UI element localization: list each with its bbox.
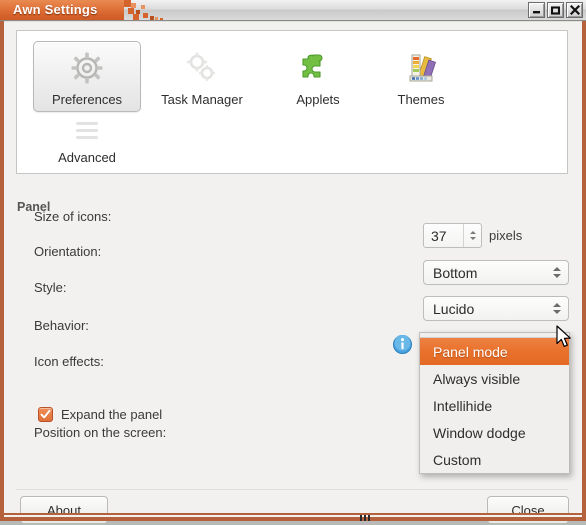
toolbar-item-label: Themes (397, 92, 445, 107)
window-client-area: Preferences Task Manager Applets Themes … (4, 21, 582, 524)
menu-item-always-visible[interactable]: Always visible (420, 365, 569, 392)
orientation-combobox[interactable]: Bottom (423, 260, 569, 285)
chevron-up-icon (553, 303, 561, 307)
expand-the-panel-row[interactable]: Expand the panel (38, 407, 162, 422)
title-bar[interactable]: Awn Settings (0, 0, 586, 21)
title-pixel-decor (155, 17, 158, 20)
menu-item-label: Window dodge (433, 424, 526, 441)
combobox-arrows[interactable] (546, 303, 568, 314)
gears-icon (184, 47, 220, 89)
menu-item-label: Always visible (433, 370, 521, 387)
title-pixel-decor (143, 13, 148, 18)
list-icon (72, 115, 102, 147)
minimize-button[interactable] (528, 2, 545, 18)
menu-item-intellihide[interactable]: Intellihide (420, 392, 569, 419)
spinner-up-icon[interactable] (469, 231, 476, 234)
title-pixel-decor (124, 0, 131, 7)
toolbar-item-themes[interactable]: Themes (379, 41, 463, 112)
toolbar-item-label: Preferences (51, 92, 123, 107)
chevron-up-icon (553, 267, 561, 271)
orientation-value: Bottom (433, 264, 478, 281)
orientation-label: Orientation: (34, 244, 102, 259)
style-value: Lucido (433, 300, 475, 317)
expand-the-panel-label: Expand the panel (61, 407, 163, 422)
window-title: Awn Settings (13, 2, 98, 17)
style-label: Style: (34, 280, 67, 295)
close-button[interactable] (566, 2, 583, 18)
icon-effects-label: Icon effects: (34, 354, 104, 369)
window-bottom-inner-edge (4, 515, 582, 517)
title-pixel-decor (133, 14, 139, 20)
behavior-label: Behavior: (34, 318, 89, 333)
toolbar-item-label: Advanced (58, 150, 116, 165)
maximize-button[interactable] (547, 2, 564, 18)
behavior-dropdown-menu[interactable]: Panel mode Always visible Intellihide Wi… (419, 332, 570, 474)
gear-icon (69, 47, 105, 89)
resize-grip[interactable] (360, 515, 382, 521)
title-pixel-decor (150, 16, 154, 20)
expand-the-panel-checkbox[interactable] (38, 407, 53, 422)
toolbar-frame: Preferences Task Manager Applets Themes … (16, 30, 568, 174)
spinner-down-icon[interactable] (469, 237, 476, 240)
menu-item-custom[interactable]: Custom (420, 446, 569, 473)
chevron-down-icon (553, 274, 561, 278)
spinner-arrows[interactable] (463, 224, 481, 247)
menu-item-panel-mode[interactable]: Panel mode (420, 338, 569, 365)
info-icon[interactable] (393, 334, 412, 354)
combobox-arrows[interactable] (546, 267, 568, 278)
title-pixel-decor (141, 5, 145, 9)
toolbar-item-label: Applets (296, 92, 340, 107)
window-controls (528, 2, 583, 18)
puzzle-piece-icon (301, 47, 335, 89)
desktop: Awn Settings Preferences Task Manager Ap… (0, 0, 586, 525)
toolbar-item-applets[interactable]: Applets (277, 41, 359, 112)
toolbar-item-preferences[interactable]: Preferences (33, 41, 141, 112)
size-of-icons-value[interactable]: 37 (424, 224, 463, 247)
position-on-screen-label: Position on the screen: (34, 425, 167, 440)
palette-icon (404, 47, 438, 89)
chevron-down-icon (553, 310, 561, 314)
style-combobox[interactable]: Lucido (423, 296, 569, 321)
menu-item-label: Panel mode (433, 343, 508, 360)
menu-item-label: Intellihide (433, 397, 493, 414)
size-of-icons-label: Size of icons: (34, 209, 112, 224)
size-of-icons-spinner[interactable]: 37 (423, 223, 482, 248)
menu-item-label: Custom (433, 451, 482, 468)
footer-divider (16, 489, 568, 490)
toolbar-item-task-manager[interactable]: Task Manager (143, 41, 261, 112)
size-unit-label: pixels (489, 228, 523, 243)
menu-item-window-dodge[interactable]: Window dodge (420, 419, 569, 446)
toolbar-items: Preferences Task Manager Applets Themes … (17, 31, 567, 173)
toolbar-item-label: Task Manager (161, 92, 243, 107)
awn-settings-window: Awn Settings Preferences Task Manager Ap… (0, 0, 586, 524)
toolbar-item-advanced[interactable]: Advanced (37, 109, 137, 170)
